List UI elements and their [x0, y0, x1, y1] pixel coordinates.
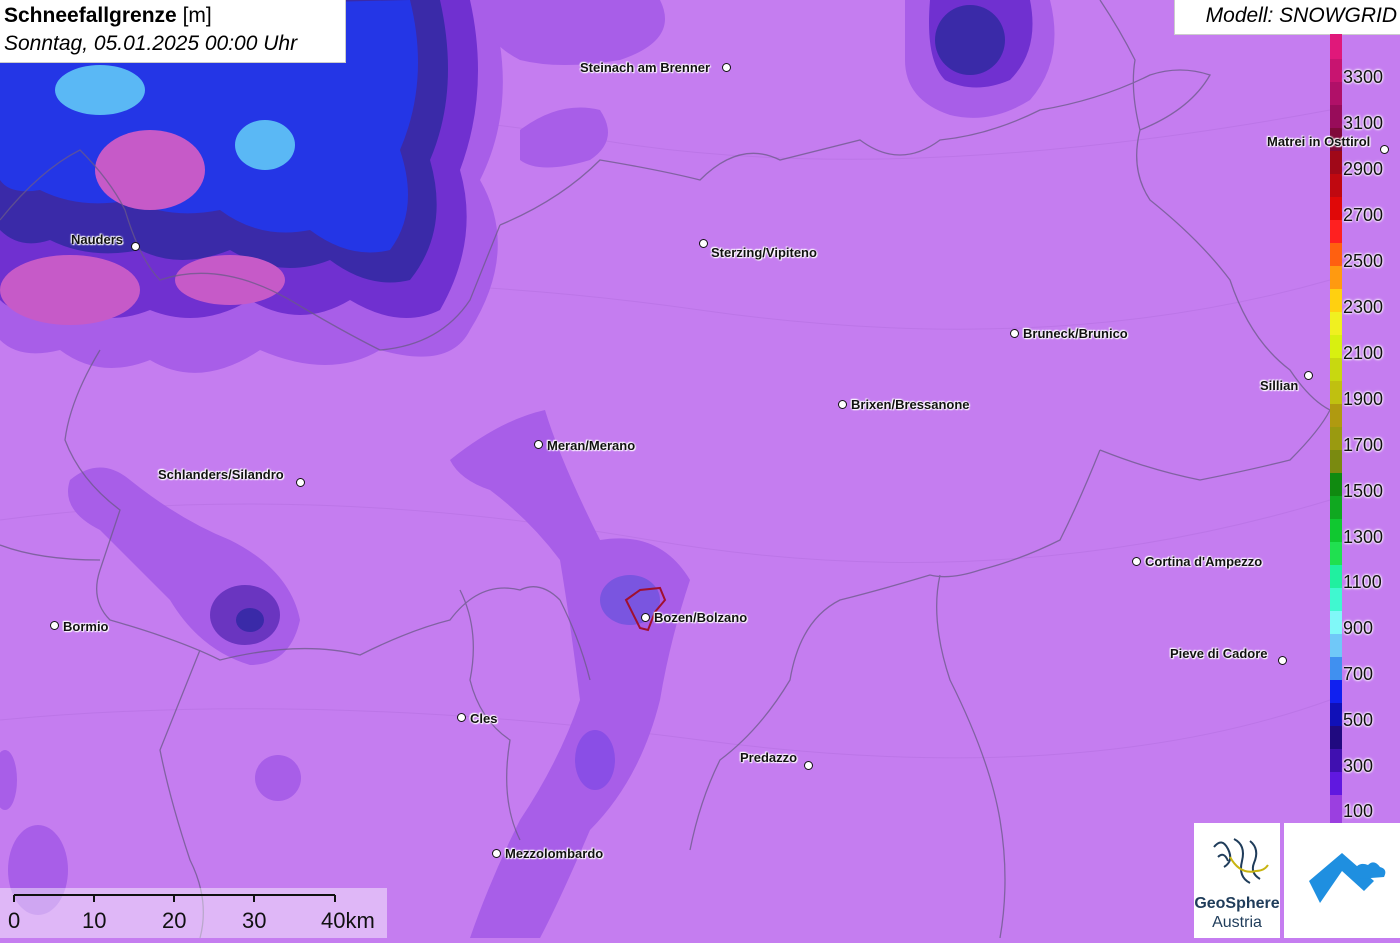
- legend-label-2900: 2900: [1343, 159, 1384, 179]
- legend-label-1900: 1900: [1343, 389, 1384, 409]
- town-marker-icon[interactable]: [722, 63, 731, 72]
- geosphere-logo-subtext: Austria: [1212, 914, 1262, 931]
- legend-color-bar: [1330, 34, 1342, 824]
- legend-label-2100: 2100: [1343, 343, 1384, 363]
- town-label: Sterzing/Vipiteno: [711, 245, 817, 260]
- scale-label-30: 30: [242, 908, 267, 933]
- legend-label-1100: 1100: [1343, 572, 1382, 592]
- cloud-arrow-icon: [1309, 853, 1386, 903]
- town-marker-icon[interactable]: [641, 613, 650, 622]
- town-marker-icon[interactable]: [492, 849, 501, 858]
- town-label: Cortina d'Ampezzo: [1145, 554, 1263, 569]
- legend-label-500: 500: [1343, 710, 1374, 730]
- map-subtitle: Sonntag, 05.01.2025 00:00 Uhr: [4, 32, 298, 55]
- town-label: Pieve di Cadore: [1170, 646, 1268, 661]
- town-marker-icon[interactable]: [296, 478, 305, 487]
- model-label-box: Modell: SNOWGRID: [1174, 0, 1400, 35]
- town-label: Mezzolombardo: [505, 846, 604, 861]
- legend-label-700: 700: [1343, 664, 1374, 684]
- town-marker-icon[interactable]: [804, 761, 813, 770]
- town-label: Brixen/Bressanone: [851, 397, 970, 412]
- legend-label-2700: 2700: [1343, 205, 1384, 225]
- scale-label-10: 10: [82, 908, 107, 933]
- town-label: Bruneck/Brunico: [1023, 326, 1128, 341]
- legend-label-1500: 1500: [1343, 481, 1384, 501]
- town-marker-icon[interactable]: [1278, 656, 1287, 665]
- town-label: Bozen/Bolzano: [654, 610, 748, 625]
- legend-label-3100: 3100: [1343, 113, 1384, 133]
- scale-label-20: 20: [162, 908, 187, 933]
- map-title: Schneefallgrenze [m]: [4, 4, 212, 28]
- town-label: Meran/Merano: [547, 438, 636, 453]
- town-marker-icon[interactable]: [534, 440, 543, 449]
- scale-label-40km: 40km: [321, 908, 375, 933]
- legend-label-300: 300: [1343, 756, 1374, 776]
- town-marker-icon[interactable]: [838, 400, 847, 409]
- town-label: Nauders: [71, 232, 124, 247]
- town-marker-icon[interactable]: [1132, 557, 1141, 566]
- town-marker-icon[interactable]: [50, 621, 59, 630]
- town-label: Schlanders/Silandro: [158, 467, 284, 482]
- scale-label-0: 0: [8, 908, 21, 933]
- cloud-arrow-logo[interactable]: [1284, 823, 1400, 938]
- model-label: Modell: SNOWGRID: [1205, 4, 1397, 27]
- legend-label-100: 100: [1343, 801, 1374, 821]
- legend-label-1300: 1300: [1343, 527, 1384, 547]
- town-label: Cles: [470, 711, 498, 726]
- legend-label-3300: 3300: [1343, 67, 1384, 87]
- town-label: Steinach am Brenner: [580, 60, 711, 75]
- town-label: Bormio: [63, 619, 109, 634]
- legend-label-1700: 1700: [1343, 435, 1384, 455]
- legend-label-2300: 2300: [1343, 297, 1384, 317]
- map-title-box: Schneefallgrenze [m] Sonntag, 05.01.2025…: [0, 0, 346, 63]
- geosphere-logo-text: GeoSphere: [1194, 895, 1280, 912]
- geosphere-logo[interactable]: GeoSphere Austria: [1194, 823, 1280, 938]
- town-label: Predazzo: [740, 750, 798, 765]
- legend-label-900: 900: [1343, 618, 1374, 638]
- town-marker-icon[interactable]: [699, 239, 708, 248]
- town-marker-icon[interactable]: [457, 713, 466, 722]
- town-marker-icon[interactable]: [1380, 145, 1389, 154]
- legend-label-2500: 2500: [1343, 251, 1384, 271]
- town-label: Matrei in Osttirol: [1267, 134, 1371, 149]
- town-marker-icon[interactable]: [1304, 371, 1313, 380]
- town-marker-icon[interactable]: [1010, 329, 1019, 338]
- geosphere-emblem-icon: [1213, 838, 1269, 884]
- town-label: Sillian: [1260, 378, 1299, 393]
- town-marker-icon[interactable]: [131, 242, 140, 251]
- title-unit: [m]: [182, 4, 212, 27]
- title-main-text: Schneefallgrenze: [4, 4, 177, 27]
